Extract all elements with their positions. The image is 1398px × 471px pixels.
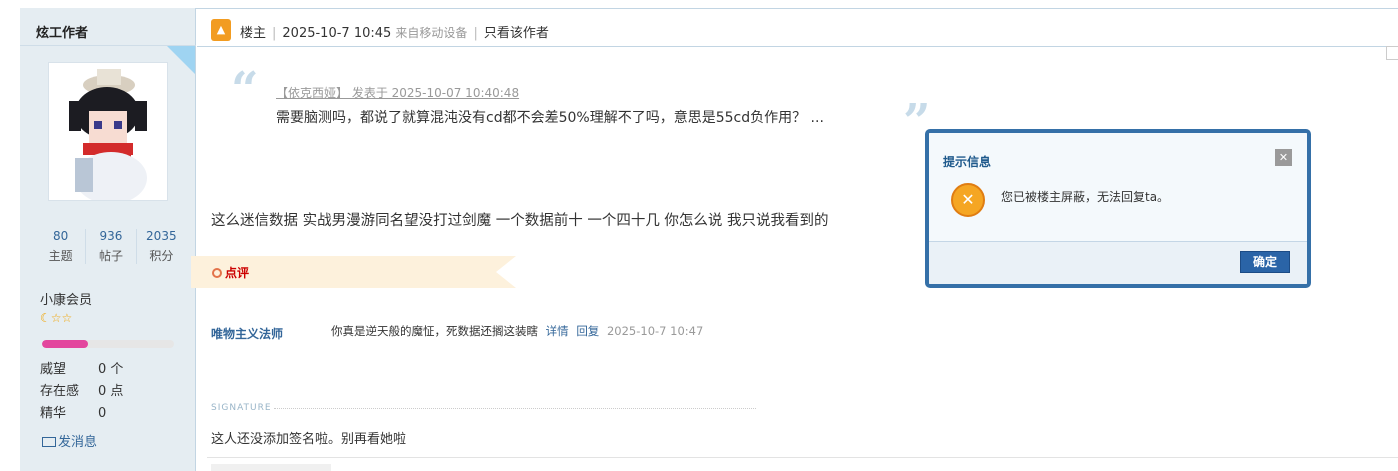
scroll-handle[interactable] xyxy=(1386,46,1398,60)
quote-text: 需要脑测吗，都说了就算混沌没有cd都不会差50%理解不了吗，意思是55cd负作用… xyxy=(276,110,824,126)
error-icon: ✕ xyxy=(951,183,985,217)
info-digest: 精华 0 xyxy=(40,402,106,421)
info-value: 0 个 xyxy=(98,362,124,377)
send-message-link[interactable]: 发消息 xyxy=(42,431,97,450)
comment-user-link[interactable]: 唯物主义法师 xyxy=(211,325,283,342)
author-name[interactable]: 炫工作者 xyxy=(36,22,88,41)
separator: | xyxy=(272,26,277,41)
stat-label: 帖子 xyxy=(98,249,123,263)
stat-label: 积分 xyxy=(149,249,174,263)
info-label: 威望 xyxy=(40,362,67,377)
post-meta: 楼主 | 2025-10-7 10:45 来自移动设备 | 只看该作者 xyxy=(240,22,549,41)
post-body: 这么迷信数据 实战男漫游同名望没打过剑魔 一个数据前十 一个四十几 你怎么说 我… xyxy=(211,213,829,229)
dialog-footer: 确定 xyxy=(929,241,1307,284)
comment-item: 你真是逆天般的魔怔，死数据还搁这装瞎 详情 回复 2025-10-7 10:47 xyxy=(331,323,703,339)
stat-posts[interactable]: 936 帖子 xyxy=(86,229,137,264)
stat-value: 80 xyxy=(53,229,69,243)
dialog-message: 您已被楼主屏蔽，无法回复ta。 xyxy=(1001,190,1170,204)
author-sidebar: 炫工作者 80 主题 936 帖子 2035 积分 小康会员 ☾☆☆ 威望 0 … xyxy=(20,8,196,471)
level-progress-fill xyxy=(42,340,89,348)
stat-threads[interactable]: 80 主题 xyxy=(36,229,87,264)
stat-value: 936 xyxy=(99,229,123,243)
comment-time: 2025-10-7 10:47 xyxy=(606,324,704,338)
comment-section-label: 点评 xyxy=(212,264,249,281)
post-actions-partial xyxy=(211,464,331,471)
send-message-label: 发消息 xyxy=(58,435,98,450)
close-icon[interactable]: ✕ xyxy=(1275,149,1292,166)
stat-points[interactable]: 2035 积分 xyxy=(137,229,186,264)
signature-divider xyxy=(274,408,756,409)
quote-open-icon: “ xyxy=(231,62,259,118)
quote-meta-link[interactable]: 【依克西娅】 发表于 2025-10-07 10:40:48 xyxy=(276,84,519,101)
info-presence: 存在感 0 点 xyxy=(40,380,123,399)
post-bottom-divider xyxy=(207,457,1398,458)
info-prestige: 威望 0 个 xyxy=(40,358,123,377)
notice-dialog: 提示信息 ✕ ✕ 您已被楼主屏蔽，无法回复ta。 确定 xyxy=(925,129,1311,288)
info-label: 精华 xyxy=(40,406,67,421)
floor-label: 楼主 xyxy=(240,26,267,41)
stat-value: 2035 xyxy=(146,229,177,243)
envelope-icon xyxy=(42,437,56,447)
post-time: 2025-10-7 10:45 xyxy=(282,26,392,41)
info-label: 存在感 xyxy=(40,384,80,399)
dialog-body: 提示信息 ✕ ✕ 您已被楼主屏蔽，无法回复ta。 xyxy=(929,133,1307,241)
floor-owner-icon: ▲ xyxy=(211,19,231,41)
device-label: 来自移动设备 xyxy=(395,26,468,40)
signature-label: SIGNATURE xyxy=(211,403,272,413)
signature-text: 这人还没添加签名啦。别再看她啦 xyxy=(211,432,407,447)
mobile-corner-badge xyxy=(167,46,195,74)
only-author-link[interactable]: 只看该作者 xyxy=(484,26,549,41)
comment-text: 你真是逆天般的魔怔，死数据还搁这装瞎 xyxy=(331,324,538,338)
author-stats: 80 主题 936 帖子 2035 积分 xyxy=(36,229,186,264)
dialog-title: 提示信息 xyxy=(943,155,992,169)
comment-detail-link[interactable]: 详情 xyxy=(546,324,569,338)
info-value: 0 点 xyxy=(98,384,124,399)
confirm-button[interactable]: 确定 xyxy=(1240,251,1290,273)
comment-ring-icon xyxy=(212,268,222,278)
level-progress-bar xyxy=(42,340,174,348)
stat-label: 主题 xyxy=(48,249,73,263)
comment-label-text: 点评 xyxy=(225,266,250,280)
comment-reply-link[interactable]: 回复 xyxy=(576,324,599,338)
rank-stars-icon: ☾☆☆ xyxy=(40,311,73,325)
post-header: ▲ 楼主 | 2025-10-7 10:45 来自移动设备 | 只看该作者 xyxy=(197,9,1398,47)
avatar[interactable] xyxy=(48,62,168,201)
user-group[interactable]: 小康会员 xyxy=(40,289,92,308)
separator: | xyxy=(473,26,478,41)
info-value: 0 xyxy=(98,406,107,421)
